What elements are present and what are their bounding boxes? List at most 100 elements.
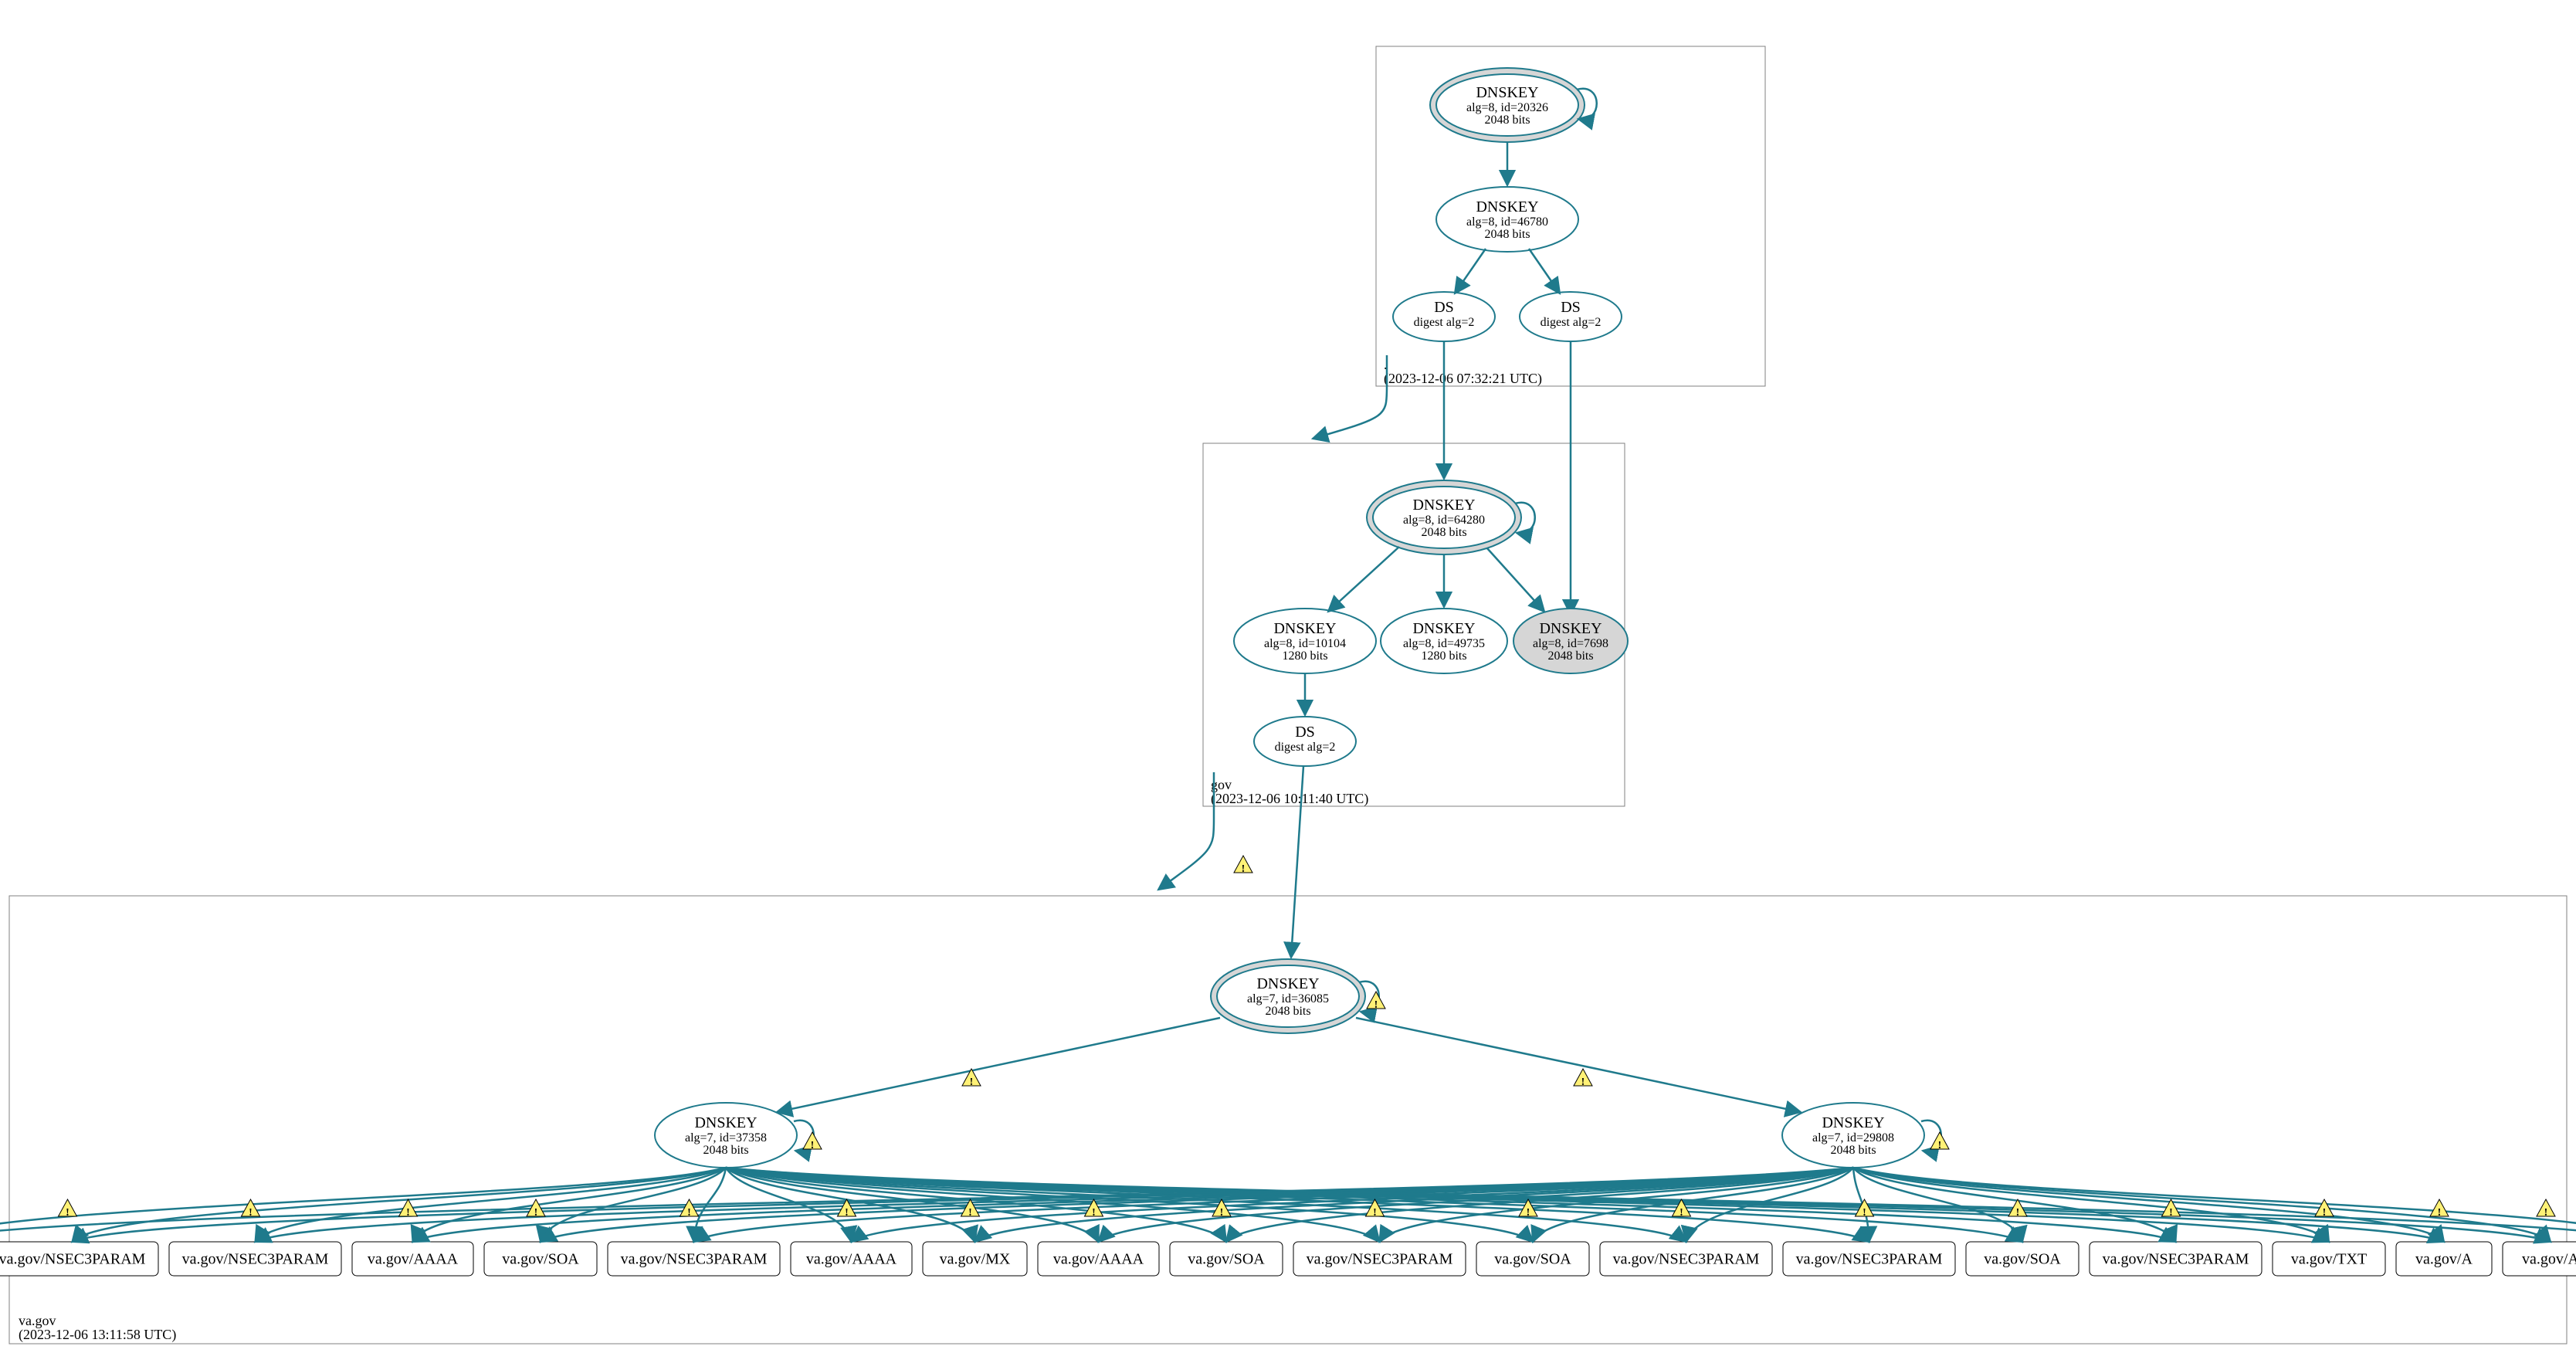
svg-text:alg=8, id=64280: alg=8, id=64280 [1403, 514, 1485, 527]
svg-text:!: ! [1374, 999, 1378, 1011]
node-gov-ksk: DNSKEY alg=8, id=64280 2048 bits [1367, 480, 1535, 554]
svg-text:digest alg=2: digest alg=2 [1275, 741, 1336, 754]
rr-label: va.gov/SOA [1984, 1251, 2061, 1268]
svg-text:alg=7, id=36085: alg=7, id=36085 [1247, 992, 1329, 1005]
svg-text:2048 bits: 2048 bits [703, 1144, 748, 1157]
svg-text:1280 bits: 1280 bits [1421, 649, 1466, 663]
svg-text:DNSKEY: DNSKEY [1256, 975, 1319, 992]
svg-text:DS: DS [1295, 724, 1315, 741]
svg-text:DNSKEY: DNSKEY [1476, 198, 1538, 215]
node-gov-zsk2: DNSKEY alg=8, id=49735 1280 bits [1381, 609, 1507, 673]
warning-icon: ! [1234, 856, 1252, 875]
node-gov-zsk1: DNSKEY alg=8, id=10104 1280 bits [1234, 609, 1376, 673]
rr-label: va.gov/MX [940, 1251, 1011, 1268]
node-root-zsk: DNSKEY alg=8, id=46780 2048 bits [1436, 187, 1578, 252]
zone-gov-ts: (2023-12-06 10:11:40 UTC) [1211, 791, 1368, 807]
rr-label: va.gov/NSEC3PARAM [1796, 1251, 1943, 1268]
svg-text:!: ! [1373, 1207, 1377, 1219]
svg-text:alg=8, id=20326: alg=8, id=20326 [1466, 101, 1548, 114]
svg-text:!: ! [687, 1207, 691, 1219]
svg-text:!: ! [1092, 1207, 1096, 1219]
rr-label: va.gov/NSEC3PARAM [621, 1251, 768, 1268]
svg-text:DS: DS [1561, 299, 1581, 316]
rrsig-edge [413, 1168, 1854, 1242]
svg-text:2048 bits: 2048 bits [1265, 1005, 1310, 1018]
node-va-zsk-right: DNSKEY alg=7, id=29808 2048 bits [1782, 1103, 1941, 1168]
svg-text:2048 bits: 2048 bits [1484, 228, 1530, 241]
svg-text:!: ! [1220, 1207, 1224, 1219]
rr-label: va.gov/NSEC3PARAM [1613, 1251, 1760, 1268]
rr-label: va.gov/NSEC3PARAM [182, 1251, 329, 1268]
svg-text:DNSKEY: DNSKEY [694, 1114, 757, 1131]
svg-text:!: ! [970, 1077, 974, 1088]
rr-label: va.gov/AAAA [806, 1251, 897, 1268]
svg-text:2048 bits: 2048 bits [1547, 649, 1593, 663]
zone-vagov-ts: (2023-12-06 13:11:58 UTC) [19, 1327, 176, 1343]
node-va-zsk-left: DNSKEY alg=7, id=37358 2048 bits [655, 1103, 814, 1168]
node-gov-key3: DNSKEY alg=8, id=7698 2048 bits [1513, 609, 1628, 673]
rr-label: va.gov/A [2415, 1251, 2473, 1268]
node-root-ksk: DNSKEY alg=8, id=20326 2048 bits [1430, 68, 1597, 142]
svg-text:alg=8, id=10104: alg=8, id=10104 [1264, 637, 1346, 650]
warning-icon: ! [1367, 992, 1385, 1011]
svg-text:digest alg=2: digest alg=2 [1541, 316, 1602, 329]
node-va-ksk: DNSKEY alg=7, id=36085 2048 bits [1211, 959, 1379, 1033]
warning-icon: ! [242, 1199, 260, 1219]
zone-root-ts: (2023-12-06 07:32:21 UTC) [1384, 371, 1542, 387]
node-gov-ds: DS digest alg=2 [1254, 717, 1356, 766]
rr-label: va.gov/SOA [1494, 1251, 1571, 1268]
svg-text:2048 bits: 2048 bits [1484, 114, 1530, 127]
svg-text:DNSKEY: DNSKEY [1822, 1114, 1884, 1131]
warning-icon: ! [680, 1199, 699, 1219]
svg-text:alg=7, id=37358: alg=7, id=37358 [685, 1131, 767, 1144]
svg-text:!: ! [845, 1207, 849, 1219]
svg-text:1280 bits: 1280 bits [1282, 649, 1327, 663]
svg-text:!: ! [1527, 1207, 1530, 1219]
rr-label: va.gov/NSEC3PARAM [2103, 1251, 2249, 1268]
svg-text:DNSKEY: DNSKEY [1273, 620, 1336, 637]
warning-icon: ! [2430, 1199, 2449, 1219]
rr-label: va.gov/A [2522, 1251, 2576, 1268]
rr-label: va.gov/TXT [2291, 1251, 2367, 1268]
warning-icon: ! [2537, 1199, 2555, 1219]
svg-text:alg=8, id=49735: alg=8, id=49735 [1403, 637, 1485, 650]
svg-text:DNSKEY: DNSKEY [1412, 497, 1475, 514]
svg-text:!: ! [1679, 1207, 1683, 1219]
svg-text:!: ! [1863, 1207, 1866, 1219]
svg-text:!: ! [534, 1207, 538, 1219]
svg-text:alg=8, id=46780: alg=8, id=46780 [1466, 215, 1548, 229]
svg-text:!: ! [2323, 1207, 2327, 1219]
warning-icon: ! [1930, 1132, 1949, 1151]
rr-label: va.gov/AAAA [1053, 1251, 1144, 1268]
svg-text:!: ! [968, 1207, 972, 1219]
rrsig-edge [73, 1168, 727, 1242]
zone-vagov-label: va.gov [19, 1313, 56, 1328]
svg-text:2048 bits: 2048 bits [1421, 526, 1466, 539]
svg-text:DNSKEY: DNSKEY [1412, 620, 1475, 637]
svg-text:alg=8, id=7698: alg=8, id=7698 [1533, 637, 1608, 650]
svg-text:DNSKEY: DNSKEY [1539, 620, 1602, 637]
rr-label: va.gov/NSEC3PARAM [1307, 1251, 1453, 1268]
svg-text:DS: DS [1434, 299, 1454, 316]
rr-label: va.gov/SOA [1188, 1251, 1265, 1268]
svg-text:!: ! [249, 1207, 253, 1219]
svg-text:!: ! [2438, 1207, 2442, 1219]
svg-text:digest alg=2: digest alg=2 [1414, 316, 1475, 329]
svg-text:2048 bits: 2048 bits [1830, 1144, 1876, 1157]
svg-text:!: ! [1938, 1140, 1942, 1151]
svg-text:DNSKEY: DNSKEY [1476, 84, 1538, 101]
rr-label: va.gov/AAAA [368, 1251, 459, 1268]
node-root-ds2: DS digest alg=2 [1520, 292, 1622, 341]
svg-text:!: ! [2544, 1207, 2548, 1219]
svg-text:!: ! [2169, 1207, 2173, 1219]
svg-text:!: ! [2016, 1207, 2020, 1219]
warning-icon: ! [59, 1199, 77, 1219]
rr-label: va.gov/NSEC3PARAM [0, 1251, 146, 1268]
svg-text:alg=7, id=29808: alg=7, id=29808 [1812, 1131, 1894, 1144]
warning-icon: ! [1574, 1069, 1592, 1088]
node-root-ds1: DS digest alg=2 [1393, 292, 1495, 341]
svg-text:!: ! [66, 1207, 69, 1219]
rr-label: va.gov/SOA [502, 1251, 579, 1268]
svg-text:!: ! [1242, 863, 1246, 875]
warning-icon: ! [803, 1132, 822, 1151]
